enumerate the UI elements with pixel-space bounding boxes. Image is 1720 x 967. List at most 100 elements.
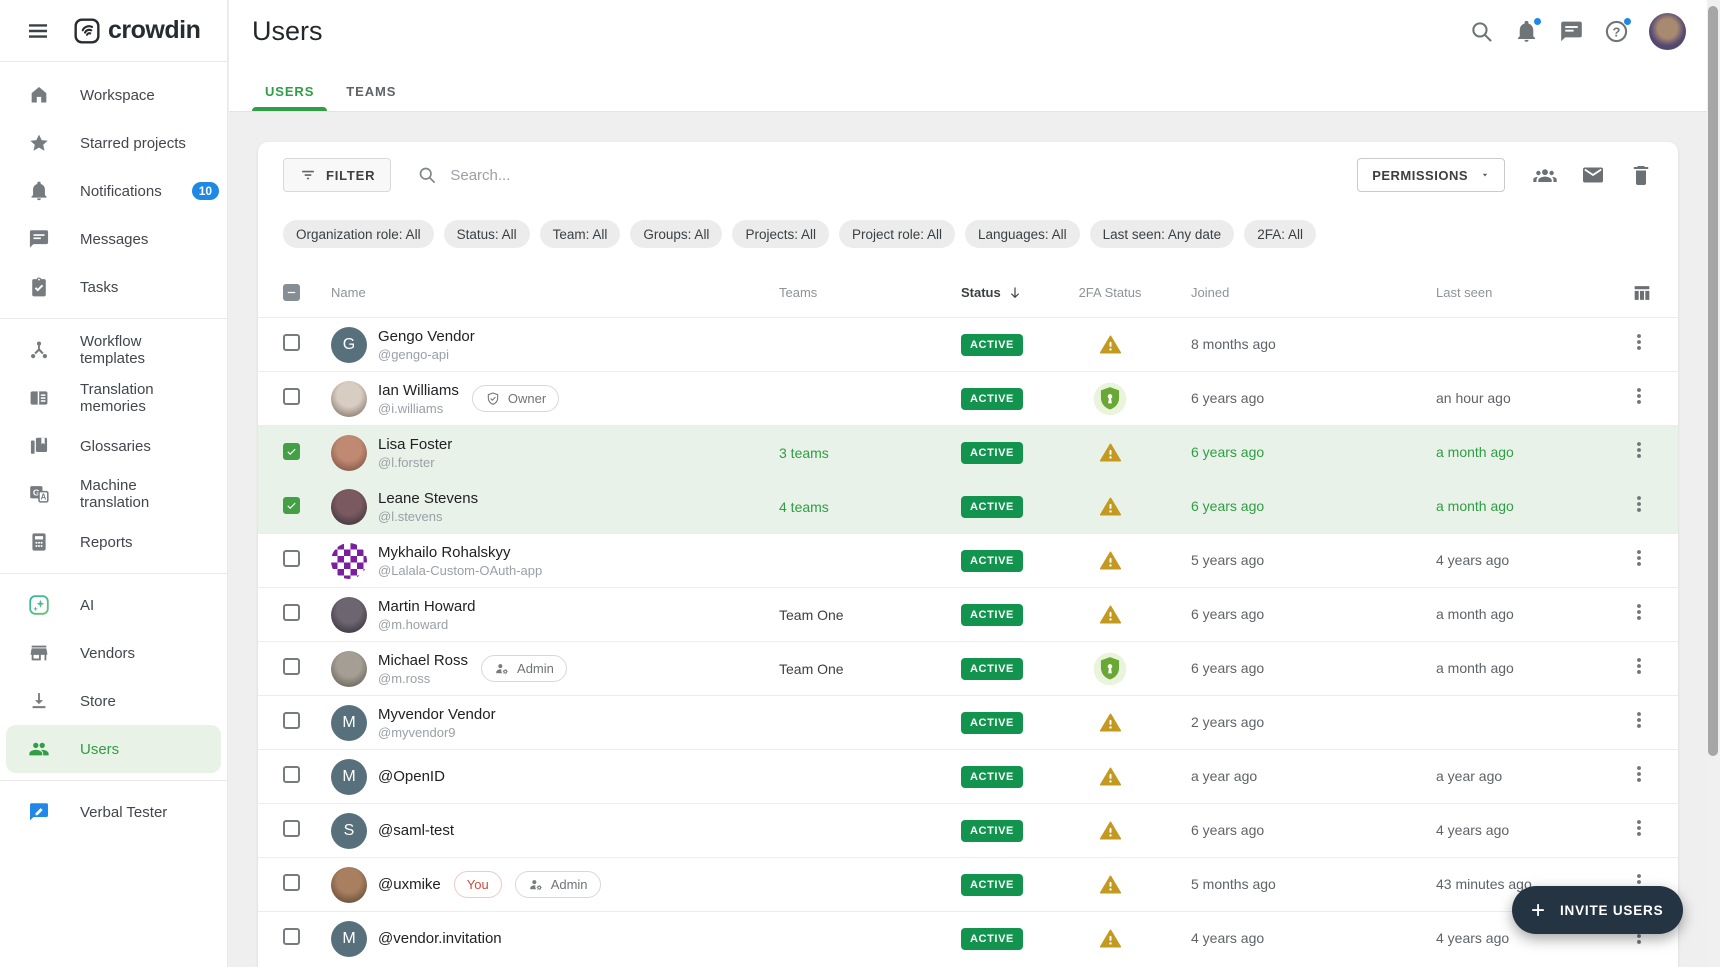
user-name[interactable]: Lisa Foster (378, 436, 452, 453)
row-menu-button[interactable] (1628, 763, 1650, 785)
user-name[interactable]: Myvendor Vendor (378, 706, 496, 723)
notifications-icon[interactable] (1514, 19, 1539, 44)
invite-users-button[interactable]: INVITE USERS (1512, 886, 1683, 934)
column-header-name[interactable]: Name (331, 285, 779, 300)
sidebar-item-workspace[interactable]: Workspace (0, 71, 227, 119)
row-menu-button[interactable] (1628, 709, 1650, 731)
columns-settings-icon[interactable] (1631, 282, 1653, 304)
table-row[interactable]: Leane Stevens@l.stevens4 teamsACTIVE6 ye… (258, 479, 1678, 533)
row-menu-button[interactable] (1628, 655, 1650, 677)
table-row[interactable]: Michael Ross@m.rossAdminTeam OneACTIVE6 … (258, 641, 1678, 695)
filter-chip[interactable]: Projects: All (732, 220, 829, 248)
user-avatar-menu[interactable] (1649, 13, 1686, 50)
scrollbar-thumb[interactable] (1708, 6, 1718, 756)
filter-chip[interactable]: Groups: All (630, 220, 722, 248)
user-name[interactable]: @OpenID (378, 768, 445, 785)
sidebar-item-ai[interactable]: AI (0, 581, 227, 629)
column-header-teams[interactable]: Teams (779, 285, 961, 300)
column-header-joined[interactable]: Joined (1140, 285, 1410, 300)
filter-chip[interactable]: Languages: All (965, 220, 1080, 248)
row-checkbox[interactable] (283, 604, 300, 621)
crowdin-logo[interactable]: crowdin (74, 16, 200, 45)
table-row[interactable]: Lisa Foster@l.forster3 teamsACTIVE6 year… (258, 425, 1678, 479)
table-row[interactable]: Mykhailo Rohalskyy@Lalala-Custom-OAuth-a… (258, 533, 1678, 587)
delete-icon[interactable] (1629, 163, 1653, 187)
table-row[interactable]: Ian Williams@i.williamsOwnerACTIVE6 year… (258, 371, 1678, 425)
row-checkbox[interactable] (283, 334, 300, 351)
hamburger-menu-icon[interactable] (26, 19, 50, 43)
row-checkbox[interactable] (283, 388, 300, 405)
tab-users[interactable]: USERS (252, 71, 327, 111)
row-menu-button[interactable] (1628, 817, 1650, 839)
sidebar-item-tasks[interactable]: Tasks (0, 263, 227, 311)
row-menu-button[interactable] (1628, 331, 1650, 353)
add-to-team-icon[interactable] (1533, 163, 1557, 187)
filter-chip[interactable]: Status: All (444, 220, 530, 248)
column-header-last-seen[interactable]: Last seen (1410, 285, 1628, 300)
user-name[interactable]: Martin Howard (378, 598, 476, 615)
row-checkbox[interactable] (283, 550, 300, 567)
tab-teams[interactable]: TEAMS (333, 71, 409, 111)
row-checkbox[interactable] (283, 497, 300, 514)
user-teams[interactable]: 4 teams (779, 499, 961, 515)
row-checkbox[interactable] (283, 658, 300, 675)
sidebar-item-workflow-templates[interactable]: Workflow templates (0, 326, 227, 374)
user-teams[interactable]: 3 teams (779, 445, 961, 461)
sidebar-item-translation-memories[interactable]: Translation memories (0, 374, 227, 422)
filter-chip[interactable]: 2FA: All (1244, 220, 1316, 248)
row-checkbox[interactable] (283, 874, 300, 891)
permissions-dropdown[interactable]: PERMISSIONS (1357, 158, 1505, 192)
row-checkbox[interactable] (283, 820, 300, 837)
row-menu-button[interactable] (1628, 601, 1650, 623)
user-name[interactable]: Michael Ross (378, 652, 468, 669)
table-row[interactable]: M@vendor.invitationACTIVE4 years ago4 ye… (258, 911, 1678, 965)
table-row[interactable]: Martin Howard@m.howardTeam OneACTIVE6 ye… (258, 587, 1678, 641)
user-teams[interactable]: Team One (779, 661, 961, 677)
select-all-checkbox[interactable] (283, 284, 300, 301)
table-row[interactable]: @uxmikeYouAdminACTIVE5 months ago43 minu… (258, 857, 1678, 911)
user-name[interactable]: Ian Williams (378, 382, 459, 399)
user-name[interactable]: Mykhailo Rohalskyy (378, 544, 542, 561)
help-icon[interactable]: ? (1604, 19, 1629, 44)
filter-button[interactable]: FILTER (283, 158, 391, 192)
table-row[interactable]: GGengo Vendor@gengo-apiACTIVE8 months ag… (258, 317, 1678, 371)
sidebar-item-vendors[interactable]: Vendors (0, 629, 227, 677)
user-teams[interactable]: Team One (779, 607, 961, 623)
sidebar-item-users[interactable]: Users (6, 725, 221, 773)
row-checkbox[interactable] (283, 928, 300, 945)
user-name[interactable]: @vendor.invitation (378, 930, 502, 947)
user-name[interactable]: @uxmike (378, 876, 441, 893)
sidebar-item-notifications[interactable]: Notifications10 (0, 167, 227, 215)
table-row[interactable]: M@OpenIDACTIVEa year agoa year ago (258, 749, 1678, 803)
table-row[interactable]: S@saml-testACTIVE6 years ago4 years ago (258, 803, 1678, 857)
row-menu-button[interactable] (1628, 439, 1650, 461)
filter-chip[interactable]: Project role: All (839, 220, 955, 248)
sidebar-item-starred-projects[interactable]: Starred projects (0, 119, 227, 167)
sidebar-item-machine-translation[interactable]: GAMachine translation (0, 470, 227, 518)
row-menu-button[interactable] (1628, 493, 1650, 515)
row-checkbox[interactable] (283, 766, 300, 783)
search-input[interactable] (450, 167, 850, 184)
row-checkbox[interactable] (283, 712, 300, 729)
sidebar-item-messages[interactable]: Messages (0, 215, 227, 263)
sidebar-item-store[interactable]: Store (0, 677, 227, 725)
user-name[interactable]: Gengo Vendor (378, 328, 475, 345)
messages-icon[interactable] (1559, 19, 1584, 44)
column-header-status[interactable]: Status (961, 285, 1080, 301)
filter-chip[interactable]: Organization role: All (283, 220, 434, 248)
email-icon[interactable] (1581, 163, 1605, 187)
row-checkbox[interactable] (283, 443, 300, 460)
row-menu-button[interactable] (1628, 385, 1650, 407)
sidebar-item-verbal-tester[interactable]: Verbal Tester (0, 788, 227, 836)
filter-chip[interactable]: Team: All (540, 220, 621, 248)
row-menu-button[interactable] (1628, 547, 1650, 569)
filter-chip[interactable]: Last seen: Any date (1090, 220, 1235, 248)
sidebar-item-glossaries[interactable]: Glossaries (0, 422, 227, 470)
table-row[interactable]: MMyvendor Vendor@myvendor9ACTIVE2 years … (258, 695, 1678, 749)
user-name[interactable]: @saml-test (378, 822, 454, 839)
sidebar-item-reports[interactable]: Reports (0, 518, 227, 566)
column-header-2fa[interactable]: 2FA Status (1079, 285, 1142, 300)
user-name[interactable]: Leane Stevens (378, 490, 478, 507)
page-scrollbar[interactable] (1707, 0, 1720, 967)
search-icon[interactable] (1469, 19, 1494, 44)
